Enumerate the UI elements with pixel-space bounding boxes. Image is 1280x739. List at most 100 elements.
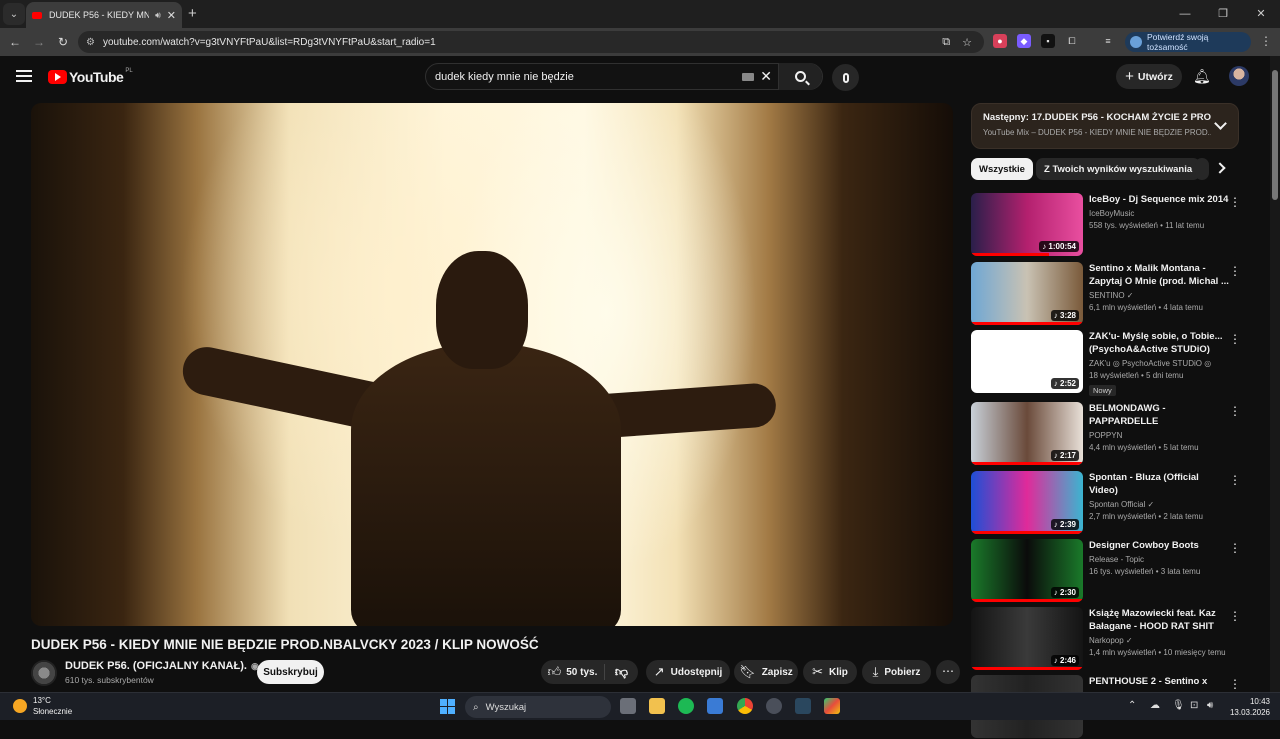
subscribe-button[interactable]: Subskrybuj	[257, 660, 324, 684]
more-options-icon[interactable]: ⋮	[1229, 541, 1241, 555]
extension-icon-3[interactable]: ▪	[1041, 34, 1055, 48]
video-thumbnail[interactable]: ♪ 2:17	[971, 402, 1083, 465]
forward-button[interactable]: →	[27, 35, 51, 49]
like-button[interactable]: 👍︎ 50 tys.	[541, 664, 605, 680]
speaker-icon[interactable]: 🔊︎	[155, 10, 161, 21]
reading-list-icon[interactable]: ≡	[1101, 34, 1115, 48]
store-icon[interactable]	[707, 698, 723, 714]
windows-start-icon[interactable]	[440, 699, 455, 714]
video-thumbnail[interactable]: ♪ 1:00:54	[971, 193, 1083, 256]
extension-icon-2[interactable]: ◆	[1017, 34, 1031, 48]
page-scrollbar[interactable]	[1270, 56, 1280, 692]
recommendation-channel[interactable]: SENTINO ✓	[1089, 291, 1229, 300]
download-button[interactable]: ⤓ Pobierz	[862, 660, 931, 684]
minimize-button[interactable]: —	[1166, 0, 1204, 28]
recommendation-item[interactable]: ♪ 2:52 ZAK'u- Myślę sobie, o Tobie... (Ps…	[971, 330, 1261, 396]
recommendation-channel[interactable]: Release - Topic	[1089, 555, 1229, 564]
video-thumbnail[interactable]: ♪ 2:30	[971, 539, 1083, 602]
bookmark-star-icon[interactable]: ☆	[962, 36, 972, 49]
recommendation-title[interactable]: ZAK'u- Myślę sobie, o Tobie... (PsychoA&…	[1089, 330, 1229, 356]
share-button[interactable]: ↗ Udostępnij	[646, 660, 730, 684]
microphone-tray-icon[interactable]: 🎙︎	[1172, 700, 1185, 711]
recommendation-title[interactable]: Spontan - Bluza (Official Video)	[1089, 471, 1229, 497]
close-window-button[interactable]: ✕	[1242, 0, 1280, 28]
recommendation-title[interactable]: BELMONDAWG - PAPPARDELLE ALL'ARRABBIATA …	[1089, 402, 1229, 428]
extension-icon-1[interactable]: ●	[993, 34, 1007, 48]
video-thumbnail[interactable]: ♪ 2:39	[971, 471, 1083, 534]
recommendation-item[interactable]: ♪ 2:39 Spontan - Bluza (Official Video) Sp…	[971, 471, 1261, 535]
chip-all[interactable]: Wszystkie	[971, 158, 1033, 180]
reload-button[interactable]: ↻	[51, 35, 75, 49]
more-options-icon[interactable]: ⋮	[1229, 404, 1241, 418]
back-button[interactable]: ←	[3, 35, 27, 49]
video-thumbnail[interactable]: ♪ 2:52	[971, 330, 1083, 393]
spotify-icon[interactable]	[678, 698, 694, 714]
more-options-icon[interactable]: ⋮	[1229, 609, 1241, 623]
system-clock[interactable]: 10:43 13.03.2026	[1228, 696, 1270, 718]
recommendation-item[interactable]: ♪ 2:30 Designer Cowboy Boots Release - Top…	[971, 539, 1261, 603]
address-bar[interactable]: ⚙︎ youtube.com/watch?v=g3tVNYFtPaU&list=…	[78, 31, 984, 53]
recommendation-item[interactable]: ♪ 2:46 Książę Mazowiecki feat. Kaz Bałaga…	[971, 607, 1261, 671]
tab-list-button[interactable]: ⌄	[3, 3, 25, 25]
more-options-icon[interactable]: ⋮	[1229, 264, 1241, 278]
more-options-icon[interactable]: ⋮	[1229, 195, 1241, 209]
network-icon[interactable]: ⊡	[1190, 700, 1198, 711]
more-actions-button[interactable]: ⋯	[936, 660, 960, 684]
create-button[interactable]: + Utwórz	[1116, 64, 1182, 89]
more-options-icon[interactable]: ⋮	[1229, 473, 1241, 487]
more-options-icon[interactable]: ⋮	[1229, 677, 1241, 691]
clip-button[interactable]: ✂ Klip	[803, 660, 857, 684]
search-input[interactable]: dudek kiedy mnie nie będzie	[426, 71, 742, 83]
verify-identity-button[interactable]: Potwierdź swoją tożsamość	[1125, 32, 1251, 52]
video-player[interactable]	[31, 103, 953, 626]
tray-chevron-icon[interactable]: ⌃	[1128, 700, 1136, 711]
install-app-icon[interactable]: ⧉	[942, 36, 950, 49]
cloud-icon[interactable]: ☁	[1150, 700, 1160, 711]
recommendation-item[interactable]: ♪ 3:28 Sentino x Malik Montana - Zapytaj …	[971, 262, 1261, 326]
keyboard-icon[interactable]	[742, 72, 755, 81]
save-button[interactable]: 🔖︎ Zapisz	[734, 660, 798, 684]
youtube-logo[interactable]: YouTube PL	[48, 68, 133, 85]
recommendation-channel[interactable]: ZAK'u ◎ PsychoActive STUDiO ◎	[1089, 359, 1229, 368]
new-tab-button[interactable]: +	[188, 5, 197, 22]
chrome-icon[interactable]	[737, 698, 753, 714]
chevron-right-icon[interactable]	[1214, 162, 1226, 174]
recommendation-title[interactable]: Designer Cowboy Boots	[1089, 539, 1229, 552]
taskbar-search[interactable]: ⌕ Wyszukaj	[465, 696, 611, 718]
recommendation-item[interactable]: ♪ 2:17 BELMONDAWG - PAPPARDELLE ALL'ARRAB…	[971, 402, 1261, 466]
chevron-down-icon[interactable]	[1214, 117, 1227, 130]
recommendation-title[interactable]: IceBoy - Dj Sequence mix 2014	[1089, 193, 1229, 206]
clear-search-icon[interactable]: ✕	[760, 68, 772, 85]
app-icon-2[interactable]	[824, 698, 840, 714]
recommendation-channel[interactable]: Spontan Official ✓	[1089, 500, 1229, 509]
recommendation-title[interactable]: Sentino x Malik Montana - Zapytaj O Mnie…	[1089, 262, 1229, 288]
recommendation-title[interactable]: Książę Mazowiecki feat. Kaz Bałagane - H…	[1089, 607, 1229, 633]
app-icon[interactable]	[766, 698, 782, 714]
search-button[interactable]	[778, 63, 822, 90]
hamburger-menu-icon[interactable]	[16, 70, 32, 82]
tab-close-icon[interactable]: ✕	[167, 9, 176, 22]
voice-search-button[interactable]	[832, 64, 859, 91]
notifications-bell-icon[interactable]: 🔔︎	[1193, 68, 1211, 85]
maximize-button[interactable]: ❐	[1204, 0, 1242, 28]
site-info-icon[interactable]: ⚙︎	[86, 37, 95, 48]
chip-from-search[interactable]: Z Twoich wyników wyszukiwania	[1036, 158, 1201, 180]
more-options-icon[interactable]: ⋮	[1229, 332, 1241, 346]
account-avatar[interactable]	[1229, 66, 1249, 86]
browser-menu-icon[interactable]: ⋮	[1260, 34, 1272, 48]
browser-tab-active[interactable]: DUDEK P56 - KIEDY MNIE N 🔊︎ ✕	[26, 2, 182, 28]
weather-widget[interactable]: 13°C Słonecznie	[13, 695, 72, 717]
recommendation-title[interactable]: PENTHOUSE 2 - Sentino x	[1089, 675, 1229, 688]
video-thumbnail[interactable]: ♪ 3:28	[971, 262, 1083, 325]
scrollbar-thumb[interactable]	[1272, 70, 1278, 200]
file-explorer-icon[interactable]	[649, 698, 665, 714]
chip-overflow[interactable]	[1195, 158, 1209, 180]
recommendation-channel[interactable]: IceBoyMusic	[1089, 209, 1229, 218]
dislike-button[interactable]: 👎︎	[605, 664, 638, 680]
recommendation-channel[interactable]: POPPYN	[1089, 431, 1229, 440]
task-view-icon[interactable]	[620, 698, 636, 714]
up-next-panel[interactable]: Następny: 17.DUDEK P56 - KOCHAM ŻYCIE 2 …	[971, 103, 1239, 149]
channel-name-row[interactable]: DUDEK P56. (OFICJALNY KANAŁ). ◉	[65, 660, 259, 672]
extensions-puzzle-icon[interactable]: ⧠	[1065, 34, 1079, 48]
video-thumbnail[interactable]: ♪ 2:46	[971, 607, 1083, 670]
